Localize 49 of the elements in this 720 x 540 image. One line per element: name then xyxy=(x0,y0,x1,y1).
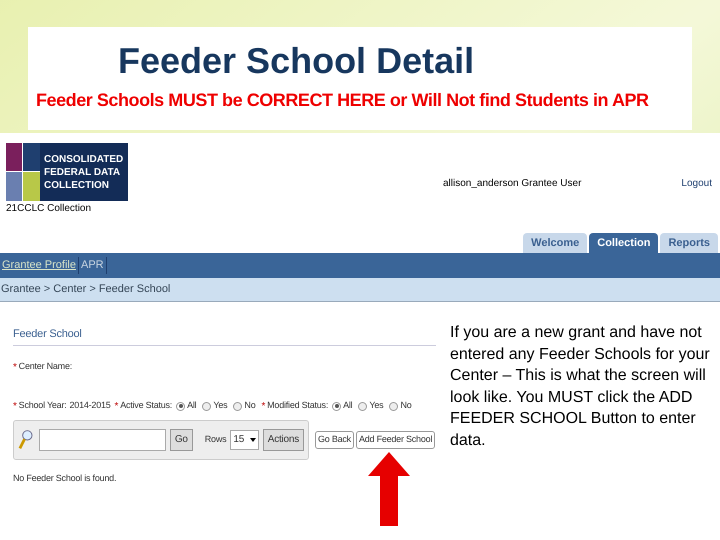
radio-label: Yes xyxy=(213,399,228,412)
logo-text: FEDERAL DATA xyxy=(44,166,122,178)
radio-button[interactable] xyxy=(358,402,368,410)
radio-label: No xyxy=(244,399,256,412)
radio-label: All xyxy=(343,399,352,412)
actions-button[interactable]: Actions xyxy=(262,428,304,450)
tab[interactable]: Collection xyxy=(589,233,658,253)
go-back-button[interactable]: Go Back xyxy=(315,430,354,448)
radio-button[interactable] xyxy=(332,402,342,410)
user-name: allison_anderson Grantee User xyxy=(442,177,582,191)
search-icon[interactable] xyxy=(18,428,35,450)
field-label: School Year: xyxy=(18,399,67,412)
radio-button[interactable] xyxy=(389,402,398,410)
radio-label: No xyxy=(400,399,412,412)
field-label: Modified Status: xyxy=(267,399,328,412)
required-mark: * xyxy=(13,360,17,374)
tab[interactable]: Reports xyxy=(660,233,718,253)
nav-link[interactable]: APR xyxy=(78,257,107,274)
logo-drawing xyxy=(6,143,40,201)
required-mark: * xyxy=(261,400,266,414)
logo-text: COLLECTION xyxy=(44,178,110,192)
slide-subtitle: Feeder Schools MUST be CORRECT HERE or Will Not find Students in APR xyxy=(36,89,650,112)
up-arrow-icon xyxy=(368,452,410,526)
tab[interactable]: Welcome xyxy=(523,233,588,253)
nav-link[interactable]: Grantee Profile xyxy=(0,257,79,274)
required-mark: * xyxy=(114,400,118,414)
logo-text: CONSOLIDATED xyxy=(44,152,124,166)
add-feeder-school-button[interactable]: Add Feeder School xyxy=(356,430,436,448)
rows-select[interactable]: 15 xyxy=(230,430,259,450)
radio-button[interactable] xyxy=(233,402,242,410)
radio-label: All xyxy=(187,399,196,412)
required-mark: * xyxy=(13,400,17,414)
collection-label: 21CCLC Collection xyxy=(6,202,92,216)
search-field[interactable] xyxy=(38,428,166,450)
field-label: Center Name: xyxy=(18,360,72,374)
go-button[interactable]: Go xyxy=(170,428,193,450)
rows-label: Rows xyxy=(204,432,226,446)
school-year-value: 2014-2015 xyxy=(70,399,111,412)
section-title: Feeder School xyxy=(13,326,436,346)
slide-title: Feeder School Detail xyxy=(117,39,476,79)
breadcrumb: Grantee > Center > Feeder School xyxy=(1,282,170,298)
empty-message: No Feeder School is found. xyxy=(13,472,118,484)
logout-link[interactable]: Logout xyxy=(681,176,712,191)
callout-text: If you are a new grant and have not entered any Feeder Schools for your Center – This is what the screen will look like. You MUST click the ADD FEEDER SCHOOL Button to enter data. xyxy=(450,323,711,450)
dropdown-arrow-icon xyxy=(250,438,256,442)
field-label: Active Status: xyxy=(120,399,172,412)
radio-label: Yes xyxy=(369,399,384,412)
radio-button[interactable] xyxy=(202,402,212,410)
radio-button[interactable] xyxy=(176,402,186,410)
